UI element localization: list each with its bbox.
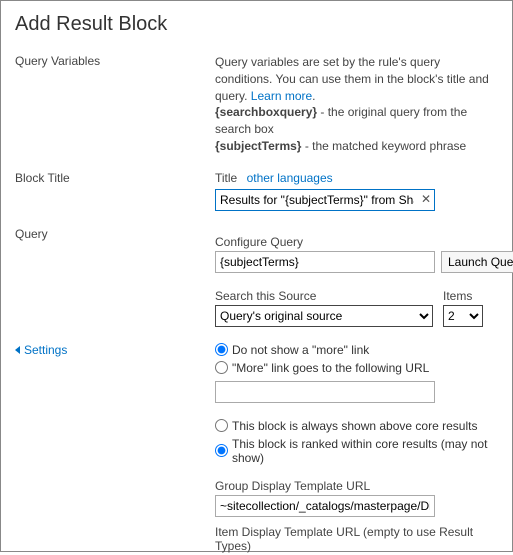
- section-query: Query Configure Query Launch Query Build…: [15, 227, 498, 327]
- var-subjectterms: {subjectTerms}: [215, 139, 301, 153]
- title-label: Title: [215, 171, 237, 185]
- configure-query-input[interactable]: [215, 251, 435, 273]
- settings-toggle[interactable]: Settings: [15, 343, 215, 357]
- caret-icon: [15, 346, 20, 354]
- settings-heading: Settings: [24, 343, 67, 357]
- configure-query-label: Configure Query: [215, 235, 513, 249]
- radio-no-more-link[interactable]: [215, 343, 228, 356]
- query-heading: Query: [15, 227, 215, 241]
- group-template-input[interactable]: [215, 495, 435, 517]
- section-block-title: Block Title Title other languages ✕: [15, 171, 498, 211]
- radio-above-core-label: This block is always shown above core re…: [232, 419, 477, 433]
- launch-query-builder-button[interactable]: Launch Query Builder: [441, 251, 513, 273]
- section-query-variables: Query Variables Query variables are set …: [15, 54, 498, 155]
- group-template-label: Group Display Template URL: [215, 479, 498, 493]
- radio-more-url[interactable]: [215, 361, 228, 374]
- section-settings: Settings Do not show a "more" link "More…: [15, 343, 498, 555]
- title-input[interactable]: [215, 189, 435, 211]
- block-title-heading: Block Title: [15, 171, 215, 185]
- items-label: Items: [443, 289, 483, 303]
- var-searchboxquery: {searchboxquery}: [215, 105, 317, 119]
- close-icon[interactable]: ✕: [421, 192, 431, 206]
- other-languages-link[interactable]: other languages: [247, 171, 333, 185]
- radio-more-url-label: "More" link goes to the following URL: [232, 361, 429, 375]
- page-title: Add Result Block: [15, 13, 498, 36]
- radio-ranked-core[interactable]: [215, 444, 228, 457]
- radio-no-more-link-label: Do not show a "more" link: [232, 343, 369, 357]
- item-template-label: Item Display Template URL (empty to use …: [215, 525, 498, 553]
- search-source-select[interactable]: Query's original source: [215, 305, 433, 327]
- learn-more-link[interactable]: Learn more: [251, 89, 312, 103]
- more-url-input[interactable]: [215, 381, 435, 403]
- search-source-label: Search this Source: [215, 289, 433, 303]
- items-select[interactable]: 2: [443, 305, 483, 327]
- query-variables-heading: Query Variables: [15, 54, 215, 68]
- radio-above-core[interactable]: [215, 419, 228, 432]
- radio-ranked-core-label: This block is ranked within core results…: [232, 437, 498, 465]
